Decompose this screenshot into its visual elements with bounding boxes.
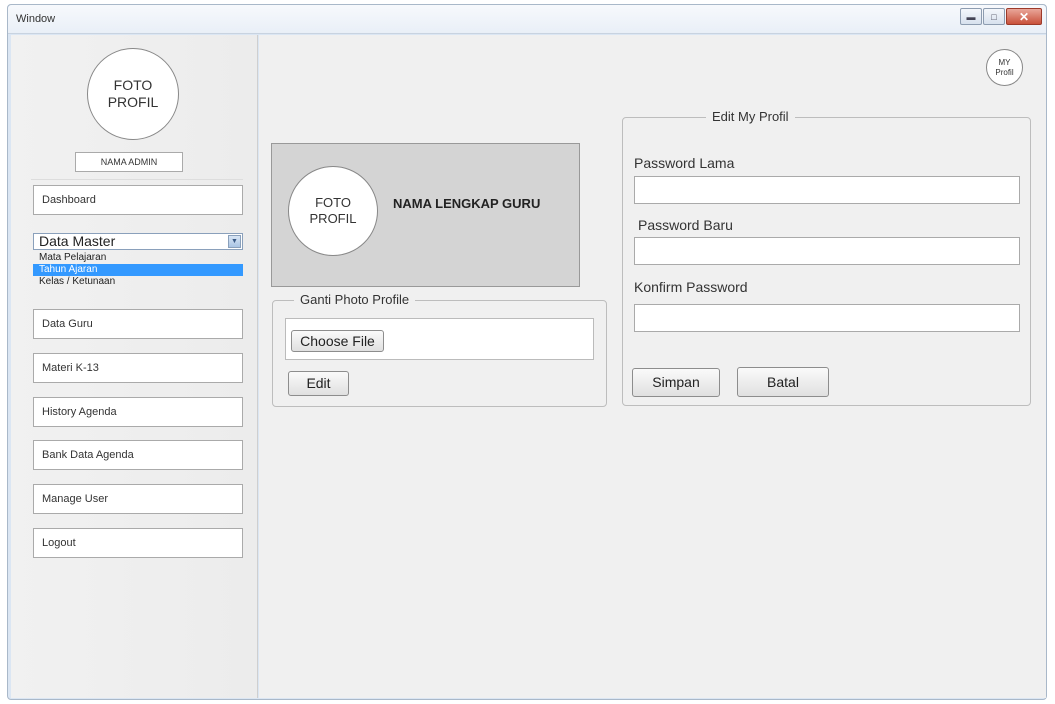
minimize-button[interactable]: ▬ xyxy=(960,8,982,25)
admin-name-label: NAMA ADMIN xyxy=(75,152,183,172)
new-password-label: Password Baru xyxy=(638,217,733,233)
teacher-full-name: NAMA LENGKAP GURU xyxy=(393,196,541,211)
confirm-password-label: Konfirm Password xyxy=(634,279,748,295)
save-button[interactable]: Simpan xyxy=(632,368,720,397)
my-profil-line2: Profil xyxy=(995,67,1014,77)
my-profil-line1: MY xyxy=(998,57,1011,67)
maximize-button[interactable]: □ xyxy=(983,8,1005,25)
old-password-field[interactable] xyxy=(634,176,1020,204)
sidebar-item-materi-k13[interactable]: Materi K-13 xyxy=(33,353,243,383)
teacher-avatar: FOTO PROFIL xyxy=(288,166,378,256)
my-profil-button[interactable]: MY Profil xyxy=(986,49,1023,86)
data-master-dropdown[interactable]: Data Master ▼ xyxy=(33,233,243,250)
edit-photo-button[interactable]: Edit xyxy=(288,371,349,396)
avatar-text-line2: PROFIL xyxy=(107,94,159,110)
file-input-box: Choose File xyxy=(285,318,594,360)
data-master-selected: Data Master xyxy=(39,233,116,249)
sidebar-item-manage-user[interactable]: Manage User xyxy=(33,484,243,514)
close-icon: ✕ xyxy=(1018,9,1030,24)
minimize-icon: ▬ xyxy=(966,11,976,22)
title-bar: Window ▬ □ ✕ xyxy=(8,5,1046,34)
sidebar-item-data-guru[interactable]: Data Guru xyxy=(33,309,243,339)
sidebar-item-logout[interactable]: Logout xyxy=(33,528,243,558)
avatar-text-line1: FOTO xyxy=(113,77,153,93)
admin-avatar: FOTO PROFIL xyxy=(87,48,179,140)
sidebar-item-bank-data-agenda[interactable]: Bank Data Agenda xyxy=(33,440,243,470)
sidebar-item-history-agenda[interactable]: History Agenda xyxy=(33,397,243,427)
new-password-field[interactable] xyxy=(634,237,1020,265)
sidebar: FOTO PROFIL NAMA ADMIN Dashboard Data Ma… xyxy=(11,35,258,698)
old-password-label: Password Lama xyxy=(634,155,735,171)
dropdown-option-mata-pelajaran[interactable]: Mata Pelajaran xyxy=(33,252,243,264)
confirm-password-field[interactable] xyxy=(634,304,1020,332)
profile-card: FOTO PROFIL NAMA LENGKAP GURU xyxy=(271,143,580,287)
choose-file-button[interactable]: Choose File xyxy=(291,330,384,352)
sidebar-item-dashboard[interactable]: Dashboard xyxy=(33,185,243,215)
dropdown-option-kelas[interactable]: Kelas / Ketunaan xyxy=(33,276,243,288)
change-photo-panel: Ganti Photo Profile Choose File Edit xyxy=(272,292,607,407)
data-master-options: Mata Pelajaran Tahun Ajaran Kelas / Ketu… xyxy=(33,252,243,288)
teacher-avatar-line2: PROFIL xyxy=(309,211,357,226)
sidebar-divider xyxy=(31,179,243,180)
change-photo-legend: Ganti Photo Profile xyxy=(294,292,416,307)
chevron-down-icon[interactable]: ▼ xyxy=(228,235,241,248)
window-title: Window xyxy=(16,13,56,25)
maximize-icon: □ xyxy=(991,11,997,22)
edit-profile-legend: Edit My Profil xyxy=(706,109,795,124)
cancel-button[interactable]: Batal xyxy=(737,367,829,397)
close-button[interactable]: ✕ xyxy=(1006,8,1042,25)
main-content: MY Profil FOTO PROFIL NAMA LENGKAP GURU … xyxy=(259,35,1046,698)
window-controls: ▬ □ ✕ xyxy=(959,8,1042,25)
dropdown-option-tahun-ajaran[interactable]: Tahun Ajaran xyxy=(33,264,243,276)
teacher-avatar-line1: FOTO xyxy=(315,195,351,210)
edit-profile-panel: Edit My Profil Password Lama Password Ba… xyxy=(622,109,1031,406)
